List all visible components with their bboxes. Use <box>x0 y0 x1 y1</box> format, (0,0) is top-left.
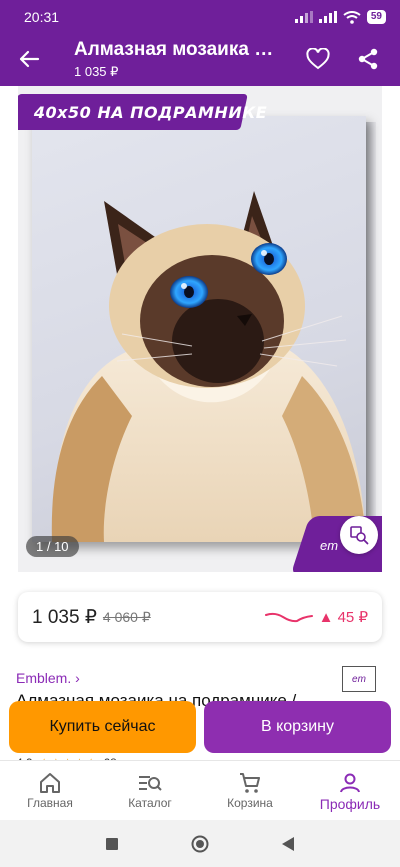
back-triangle-icon[interactable] <box>281 836 295 852</box>
catalog-search-icon <box>137 770 163 796</box>
image-search-button[interactable] <box>340 516 378 554</box>
size-banner-text: 40х50 НА ПОДРАМНИКЕ <box>34 102 268 122</box>
share-icon <box>358 48 378 70</box>
nav-home[interactable]: Главная <box>0 761 100 820</box>
siamese-cat-illustration <box>51 191 366 542</box>
status-time: 20:31 <box>24 9 60 25</box>
home-icon <box>38 770 62 796</box>
nav-catalog-label: Каталог <box>128 796 172 810</box>
header-price: 1 035 ₽ <box>74 64 119 79</box>
back-button[interactable] <box>14 44 44 74</box>
recents-icon[interactable] <box>105 837 119 851</box>
signal-icon <box>294 11 313 23</box>
price-current: 1 035 ₽ <box>32 606 97 628</box>
status-bar: 20:31 59 <box>0 0 400 34</box>
profile-icon <box>339 770 361 796</box>
header-title: Алмазная мозаика на подрамнике <box>74 39 284 60</box>
price-card[interactable]: 1 035 ₽ 4 060 ₽ ▲ 45 ₽ <box>18 592 382 642</box>
corner-logo: em <box>320 538 339 553</box>
nav-catalog[interactable]: Каталог <box>100 761 200 820</box>
battery-icon: 59 <box>366 10 386 24</box>
nav-home-label: Главная <box>27 796 73 810</box>
gallery-counter: 1 / 10 <box>26 536 79 557</box>
add-to-cart-button[interactable]: В корзину <box>204 701 391 753</box>
price-delta: ▲ 45 ₽ <box>318 609 368 626</box>
price-history-sparkline-icon <box>264 612 313 623</box>
bottom-nav: Главная Каталог Корзина Профиль <box>0 760 400 820</box>
price-trend: ▲ 45 ₽ <box>264 608 368 626</box>
share-button[interactable] <box>354 45 382 73</box>
favorite-button[interactable] <box>304 45 332 73</box>
nav-profile[interactable]: Профиль <box>300 761 400 820</box>
cart-icon <box>238 770 262 796</box>
app-header: Алмазная мозаика на подрамнике 1 035 ₽ <box>0 34 400 86</box>
system-nav <box>0 820 400 867</box>
buy-now-button[interactable]: Купить сейчас <box>9 701 196 753</box>
product-photo <box>32 116 366 542</box>
canvas-edge <box>366 122 376 542</box>
status-icons: 59 <box>294 10 386 24</box>
seller-logo[interactable]: em <box>342 666 376 692</box>
wifi-icon <box>343 10 361 24</box>
size-banner: 40х50 НА ПОДРАМНИКЕ <box>18 94 267 130</box>
heart-icon <box>306 48 330 70</box>
nav-profile-label: Профиль <box>319 796 381 812</box>
product-gallery[interactable]: 40х50 НА ПОДРАМНИКЕ em 1 / 10 <box>18 86 382 572</box>
nav-cart[interactable]: Корзина <box>200 761 300 820</box>
signal-icon-2 <box>318 11 337 23</box>
home-circle-icon[interactable] <box>191 835 209 853</box>
nav-cart-label: Корзина <box>227 796 273 810</box>
price-old: 4 060 ₽ <box>102 608 151 625</box>
seller-link[interactable]: Emblem. › <box>16 670 80 686</box>
arrow-left-icon <box>19 50 40 68</box>
image-search-icon <box>350 526 369 545</box>
